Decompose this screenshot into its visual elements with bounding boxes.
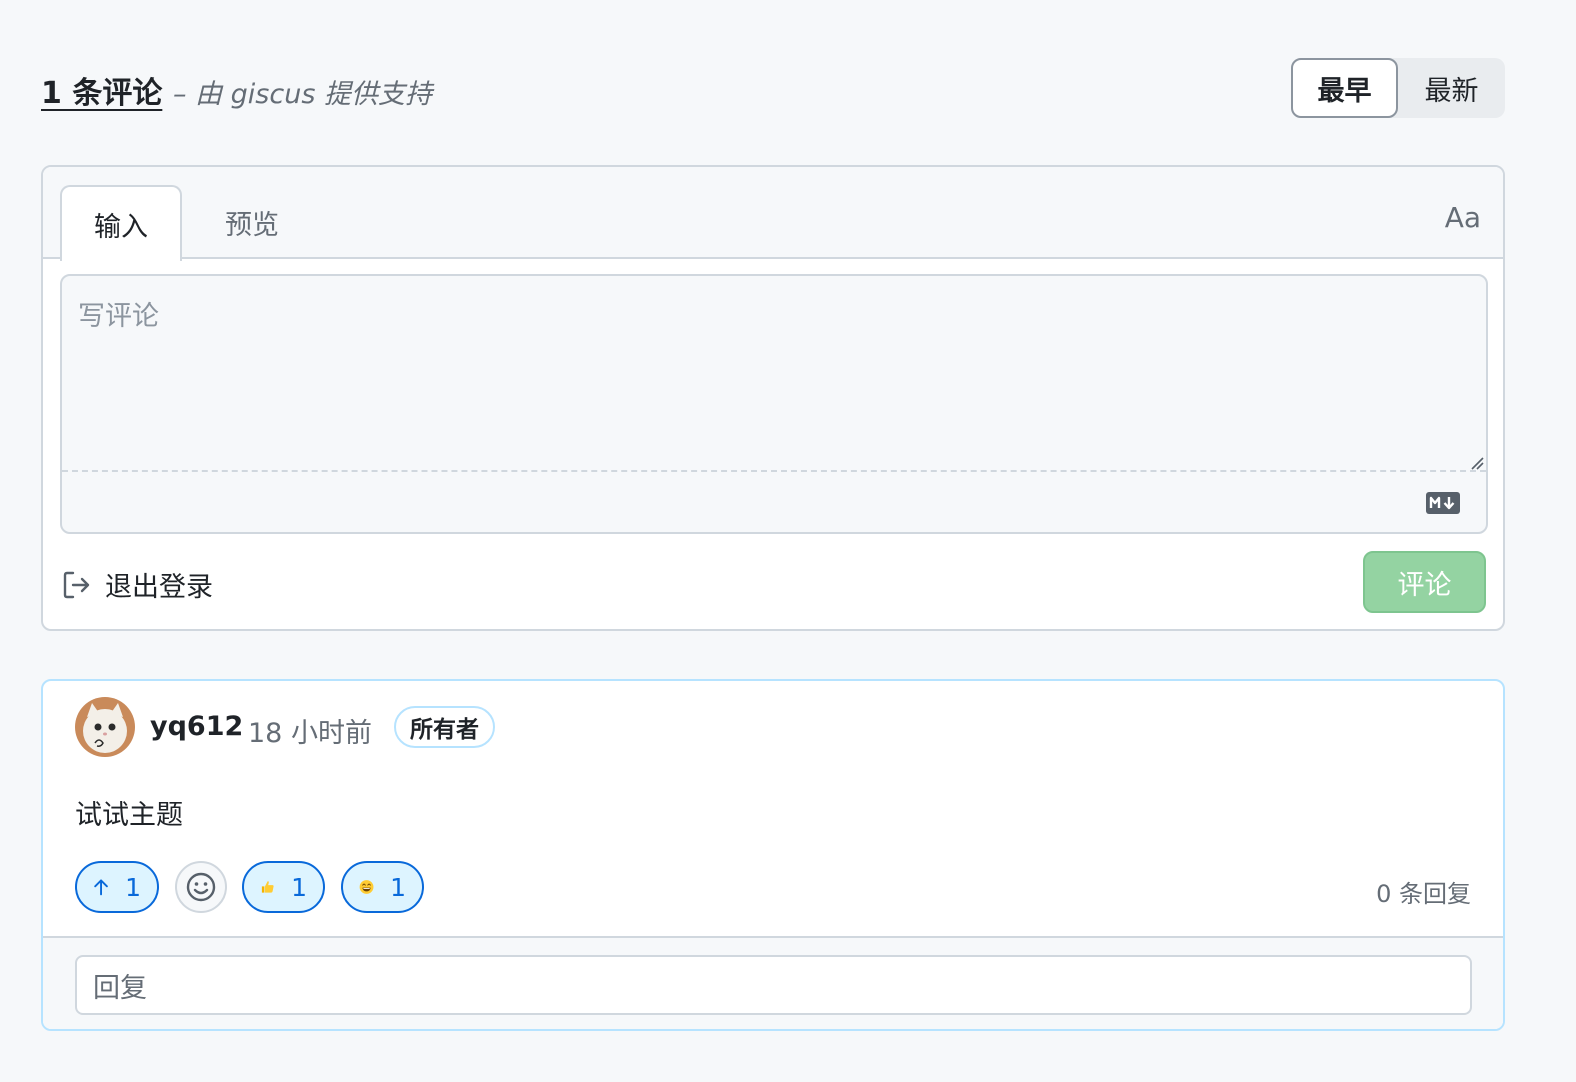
- tab-preview[interactable]: 预览: [191, 185, 313, 259]
- reaction-grin-button[interactable]: 1: [341, 861, 424, 913]
- signout-link[interactable]: 退出登录: [63, 565, 213, 604]
- upvote-button[interactable]: 1: [75, 861, 159, 913]
- sign-out-icon: [63, 571, 90, 598]
- resize-handle-icon[interactable]: [1468, 454, 1484, 470]
- grinning-face-icon: [359, 880, 374, 894]
- comment-count-link[interactable]: 1 条评论: [41, 68, 162, 112]
- grin-count: 1: [390, 872, 406, 902]
- owner-badge: 所有者: [394, 706, 495, 748]
- reply-input[interactable]: 回复: [75, 955, 1472, 1015]
- sort-toggle: 最早 最新: [1291, 58, 1505, 118]
- comment-card: yq612 18 小时前 所有者 试试主题 1 1 1 0 条回复 回复: [41, 679, 1505, 1031]
- arrow-up-icon: [94, 879, 108, 896]
- sort-newest-button[interactable]: 最新: [1398, 58, 1505, 118]
- add-reaction-button[interactable]: [175, 861, 227, 913]
- powered-by-text: – 由 giscus 提供支持: [173, 79, 432, 110]
- author-name-link[interactable]: yq612: [150, 711, 243, 742]
- font-toggle-button[interactable]: Aa: [1445, 201, 1481, 234]
- upvote-count: 1: [125, 872, 141, 902]
- sort-oldest-button[interactable]: 最早: [1291, 58, 1398, 118]
- reaction-thumbs-up-button[interactable]: 1: [242, 861, 325, 913]
- comment-timestamp-link[interactable]: 18 小时前: [248, 711, 372, 750]
- reply-section: 回复: [43, 936, 1503, 1029]
- comments-header: 1 条评论 – 由 giscus 提供支持 最早 最新: [41, 58, 1505, 118]
- comment-editor: 输入 预览 Aa 退出登录 评论: [41, 165, 1505, 631]
- editor-tab-bar: 输入 预览 Aa: [43, 167, 1503, 261]
- smiley-icon: [186, 872, 216, 902]
- markdown-icon: [1426, 492, 1460, 514]
- tab-write[interactable]: 输入: [60, 185, 182, 261]
- thumbs-up-count: 1: [291, 872, 307, 902]
- giscus-widget: 1 条评论 – 由 giscus 提供支持 最早 最新 输入 预览 Aa 写评论…: [0, 0, 1576, 1082]
- signout-label: 退出登录: [105, 572, 213, 603]
- comment-input-wrapper: [60, 274, 1488, 534]
- comment-body: 试试主题: [75, 800, 183, 831]
- submit-comment-button[interactable]: 评论: [1363, 551, 1486, 613]
- reply-count: 0 条回复: [1376, 880, 1471, 908]
- thumbs-up-icon: [261, 881, 274, 893]
- avatar[interactable]: [75, 697, 135, 757]
- comment-textarea[interactable]: [62, 276, 1486, 472]
